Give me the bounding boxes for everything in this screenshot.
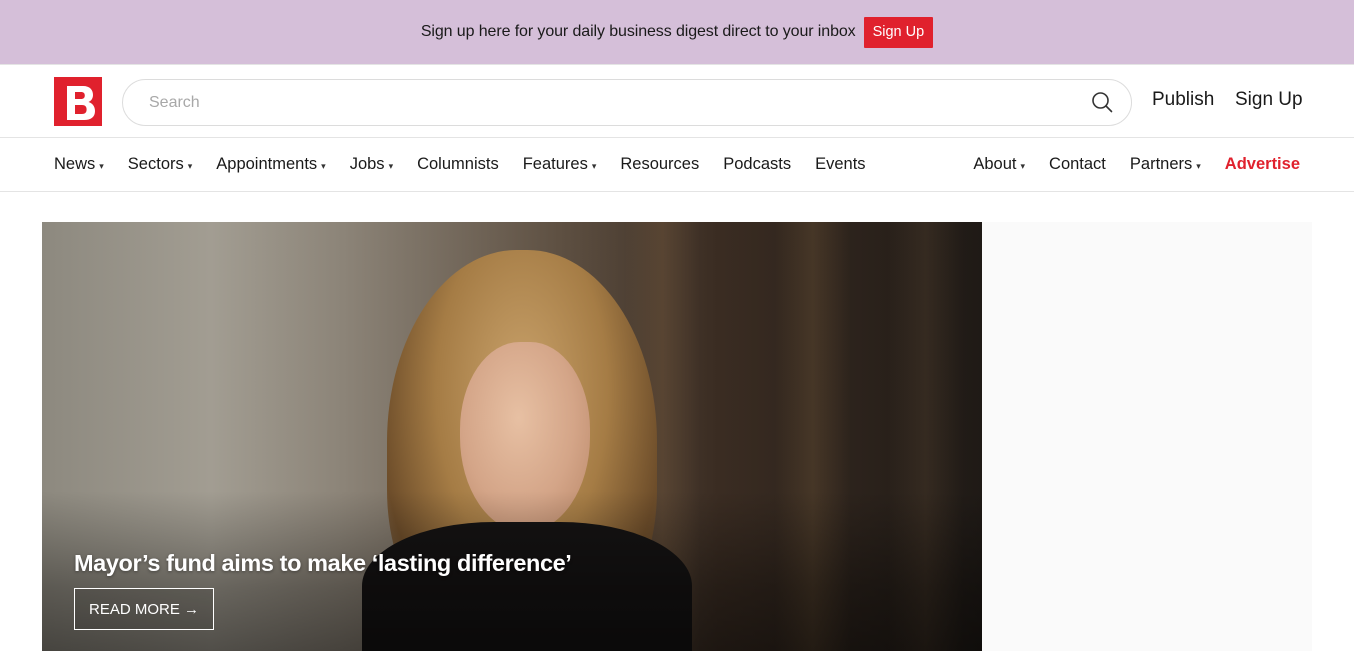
search-icon[interactable] bbox=[1091, 91, 1113, 113]
nav-label: Podcasts bbox=[723, 155, 792, 173]
nav-item-resources[interactable]: Resources bbox=[620, 155, 699, 174]
nav-item-events[interactable]: Events bbox=[815, 155, 865, 174]
nav-item-news[interactable]: News ▾ bbox=[54, 155, 104, 174]
nav-item-jobs[interactable]: Jobs ▾ bbox=[350, 155, 393, 174]
ad-slot bbox=[982, 222, 1312, 651]
caret-down-icon: ▾ bbox=[591, 160, 597, 171]
hero-feature[interactable]: Mayor’s fund aims to make ‘lasting diffe… bbox=[42, 222, 982, 651]
header-signup-link[interactable]: Sign Up bbox=[1235, 89, 1303, 111]
nav-item-features[interactable]: Features ▾ bbox=[523, 155, 597, 174]
caret-down-icon: ▾ bbox=[321, 160, 326, 171]
nav-label: Sectors bbox=[127, 155, 184, 173]
nav-item-podcasts[interactable]: Podcasts bbox=[723, 155, 791, 174]
promo-signup-button[interactable]: Sign Up bbox=[863, 16, 934, 48]
site-header: Publish Sign Up bbox=[0, 64, 1354, 138]
promo-banner: Sign up here for your daily business dig… bbox=[0, 0, 1354, 64]
nav-left: News ▾ Sectors ▾ Appointments ▾ Jobs ▾ Colum… bbox=[54, 138, 890, 191]
caret-down-icon: ▾ bbox=[388, 160, 394, 171]
publish-link[interactable]: Publish bbox=[1152, 89, 1214, 111]
hero-title[interactable]: Mayor’s fund aims to make ‘lasting diffe… bbox=[74, 550, 572, 577]
search-box bbox=[122, 79, 1132, 126]
nav-label: Advertise bbox=[1224, 155, 1300, 173]
nav-item-partners[interactable]: Partners ▾ bbox=[1130, 155, 1201, 174]
nav-label: Features bbox=[522, 155, 588, 173]
caret-down-icon: ▾ bbox=[187, 160, 193, 171]
main-nav: News ▾ Sectors ▾ Appointments ▾ Jobs ▾ Colum… bbox=[0, 138, 1354, 192]
nav-right: About ▾ Contact Partners ▾ Advertise bbox=[949, 138, 1300, 191]
nav-label: About bbox=[973, 155, 1017, 173]
read-more-button[interactable]: READ MORE → bbox=[74, 588, 215, 630]
nav-item-appointments[interactable]: Appointments ▾ bbox=[216, 155, 325, 174]
logo[interactable] bbox=[54, 77, 102, 126]
nav-label: Columnists bbox=[417, 155, 499, 173]
promo-text: Sign up here for your daily business dig… bbox=[420, 23, 856, 40]
caret-down-icon: ▾ bbox=[99, 160, 104, 171]
nav-item-columnists[interactable]: Columnists bbox=[417, 155, 499, 174]
nav-label: Contact bbox=[1049, 155, 1106, 173]
nav-item-contact[interactable]: Contact bbox=[1049, 155, 1106, 174]
nav-item-sectors[interactable]: Sectors ▾ bbox=[128, 155, 192, 174]
caret-down-icon: ▾ bbox=[1020, 160, 1026, 171]
nav-label: Appointments bbox=[216, 155, 318, 173]
nav-item-about[interactable]: About ▾ bbox=[973, 155, 1025, 174]
nav-label: Partners bbox=[1129, 155, 1193, 173]
nav-label: Jobs bbox=[349, 155, 385, 173]
nav-label: Events bbox=[815, 155, 866, 173]
nav-label: News bbox=[54, 155, 96, 173]
nav-label: Resources bbox=[620, 155, 700, 173]
search-input[interactable] bbox=[149, 80, 1079, 125]
caret-down-icon: ▾ bbox=[1196, 160, 1201, 171]
nav-item-advertise[interactable]: Advertise bbox=[1225, 155, 1300, 174]
